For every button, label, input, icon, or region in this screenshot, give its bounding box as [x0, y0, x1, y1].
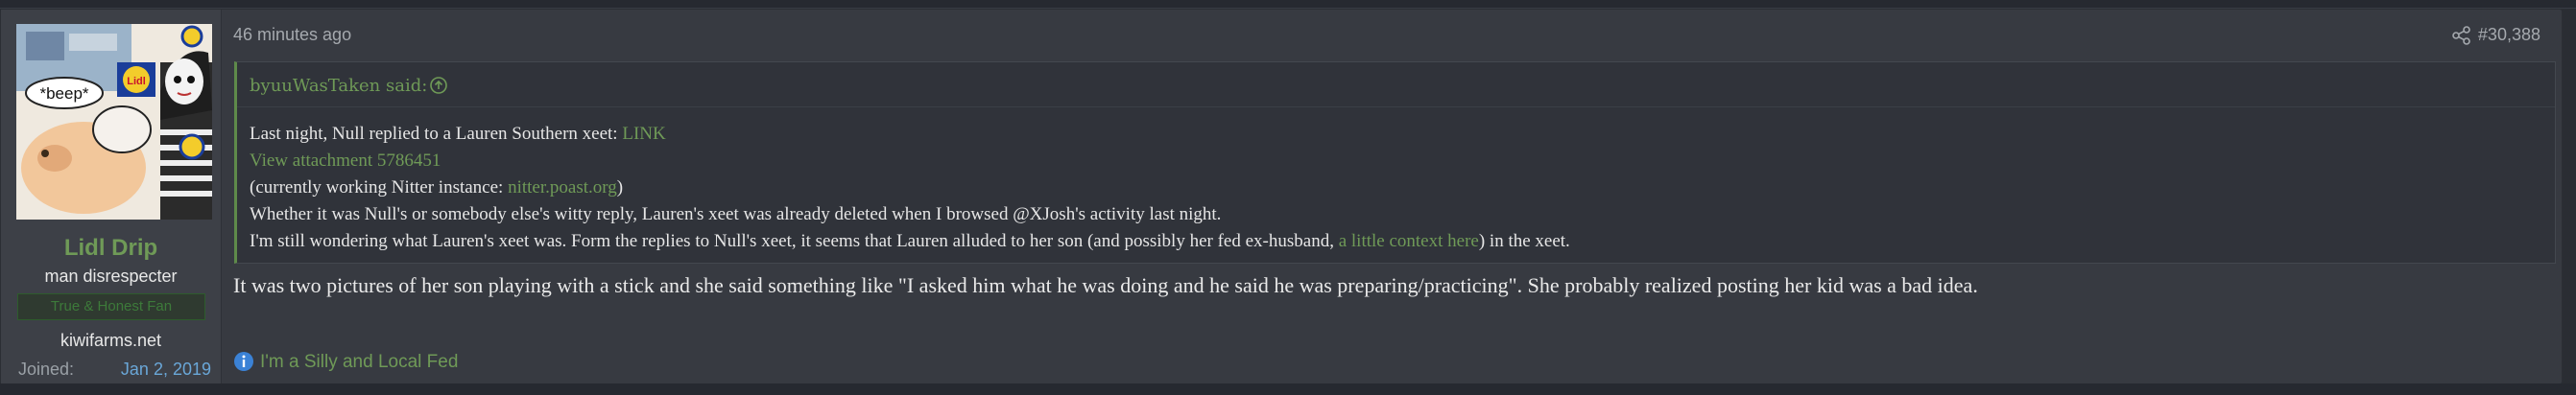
previous-post-edge [0, 0, 2576, 9]
quote-text: I'm still wondering what Lauren's xeet w… [250, 231, 1339, 251]
svg-text:Lidl: Lidl [127, 76, 146, 87]
avatar[interactable]: *beep* Lidl [16, 24, 212, 220]
quote-line: I'm still wondering what Lauren's xeet w… [250, 228, 2540, 255]
share-icon[interactable] [2451, 25, 2472, 46]
quote-line: Last night, Null replied to a Lauren Sou… [250, 121, 2540, 148]
forum-post: *beep* Lidl Lidl Drip man disrespecter T… [0, 9, 2563, 384]
info-icon [234, 352, 253, 371]
quote-line: View attachment 5786451 [250, 148, 2540, 174]
quote-block: byuuWasTaken said: Last night, Null repl… [234, 61, 2556, 264]
user-site: kiwifarms.net [60, 331, 162, 350]
user-info-cell: *beep* Lidl Lidl Drip man disrespecter T… [1, 10, 222, 383]
user-title: man disrespecter [44, 267, 178, 286]
quote-text: ) [616, 177, 624, 198]
quote-text: Last night, Null replied to a Lauren Sou… [250, 124, 623, 144]
arrow-up-circle-icon[interactable] [429, 76, 448, 95]
quote-header: byuuWasTaken said: [237, 62, 2555, 107]
nitter-link[interactable]: nitter.poast.org [508, 177, 617, 198]
link[interactable]: LINK [622, 124, 665, 144]
post-body: It was two pictures of her son playing w… [233, 273, 1978, 297]
quote-text: (currently working Nitter instance: [250, 177, 509, 198]
quote-body: Last night, Null replied to a Lauren Sou… [250, 121, 2540, 255]
post-number[interactable]: #30,388 [2478, 25, 2540, 45]
quote-text: ) in the xeet. [1478, 231, 1570, 251]
avatar-image: *beep* Lidl [16, 24, 212, 220]
svg-text:*beep*: *beep* [39, 84, 88, 103]
context-link[interactable]: a little context here [1339, 231, 1479, 251]
attachment-link[interactable]: View attachment 5786451 [250, 151, 441, 171]
user-banner: True & Honest Fan [17, 293, 205, 320]
post-timestamp[interactable]: 46 minutes ago [233, 25, 351, 45]
page-background [0, 383, 2576, 395]
joined-date: Jan 2, 2019 [120, 360, 211, 379]
quote-author[interactable]: byuuWasTaken said: [250, 76, 427, 96]
joined-label: Joined: [18, 360, 75, 379]
username[interactable]: Lidl Drip [1, 235, 221, 262]
quote-line: (currently working Nitter instance: nitt… [250, 174, 2540, 201]
quote-line: Whether it was Null's or somebody else's… [250, 204, 1222, 224]
signature-text: I'm a Silly and Local Fed [260, 352, 459, 372]
